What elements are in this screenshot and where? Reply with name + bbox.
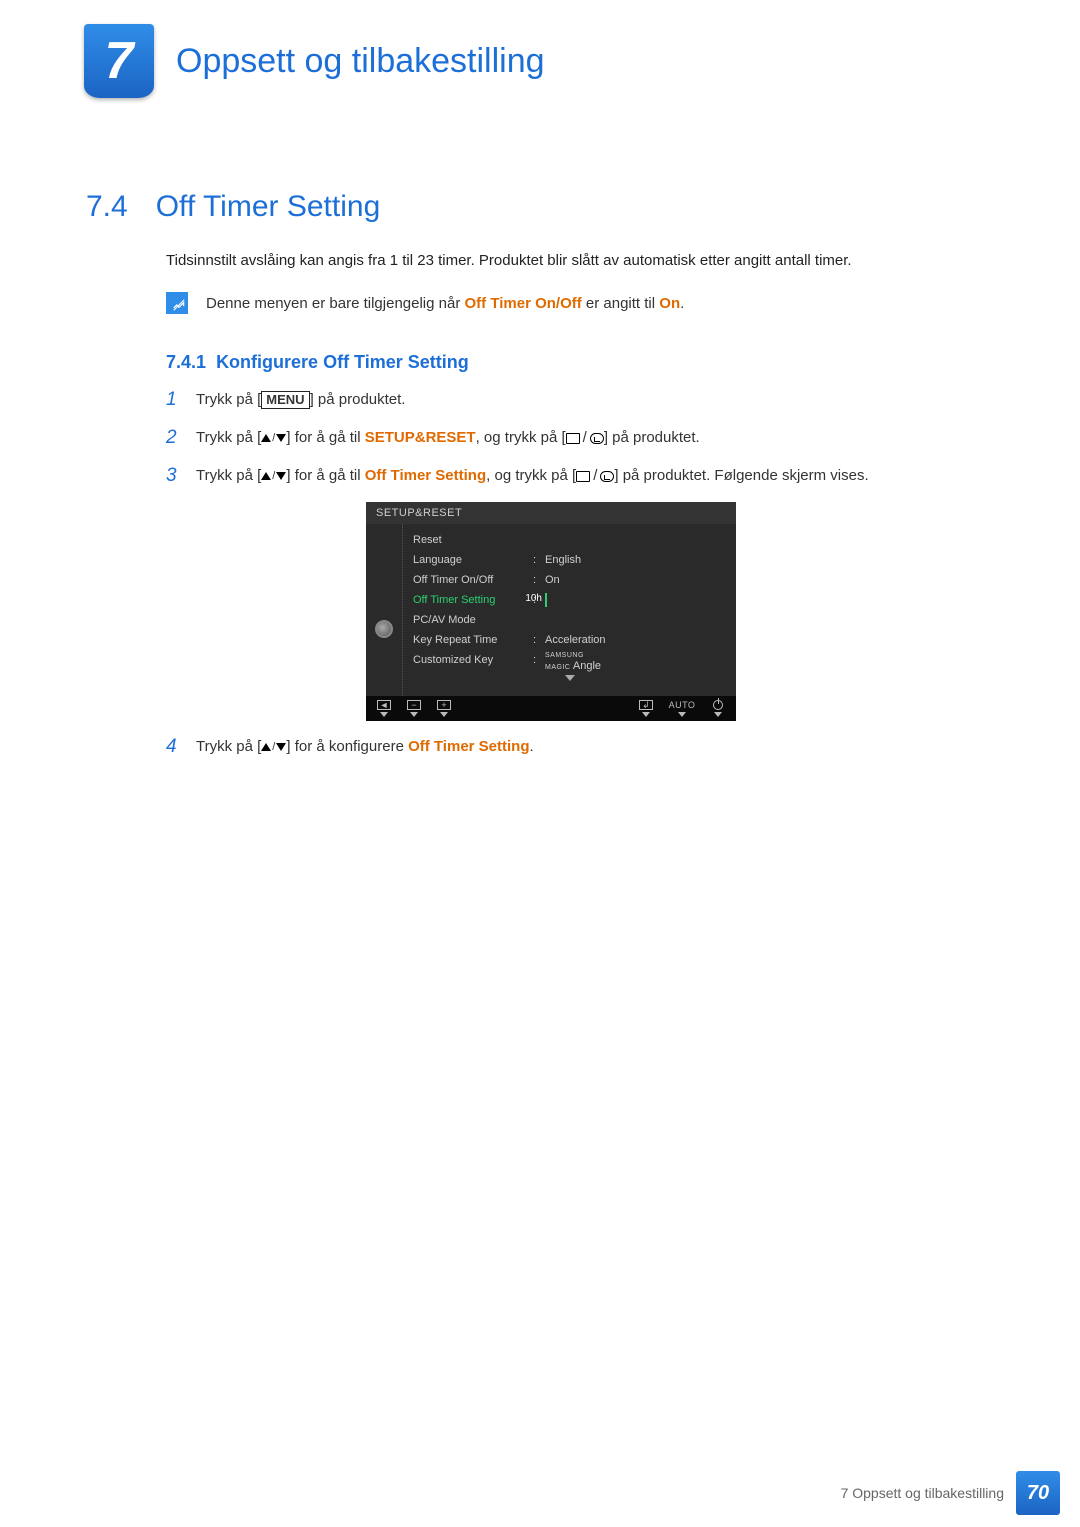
footer-chapter-ref: 7 Oppsett og tilbakestilling [841, 1485, 1004, 1501]
page-number-badge: 70 [1016, 1471, 1060, 1515]
step-text: Trykk på [MENU] på produktet. [196, 388, 405, 412]
step-number: 1 [166, 388, 182, 412]
note-icon [166, 292, 188, 314]
source-enter-icon: / [576, 464, 614, 488]
step-number: 4 [166, 735, 182, 759]
osd-row-off-timer-onoff: Off Timer On/Off:On [413, 570, 726, 590]
section-intro: Tidsinnstilt avslåing kan angis fra 1 ti… [166, 252, 852, 269]
section-title: Off Timer Setting [156, 190, 381, 224]
osd-row-off-timer-setting: Off Timer Setting:10h [413, 590, 726, 610]
step-2: 2 Trykk på [/] for å gå til SETUP&RESET,… [166, 426, 966, 450]
note-text: Denne menyen er bare tilgjengelig når Of… [206, 295, 684, 312]
osd-row-language: Language:English [413, 550, 726, 570]
osd-row-reset: Reset [413, 530, 726, 550]
osd-minus-icon: − [406, 700, 422, 717]
osd-slider: 10h [545, 593, 547, 607]
up-down-icon: / [261, 735, 286, 759]
source-enter-icon: / [566, 426, 604, 450]
chapter-title: Oppsett og tilbakestilling [176, 42, 545, 81]
osd-row-key-repeat: Key Repeat Time:Acceleration [413, 630, 726, 650]
osd-back-icon: ◄ [376, 700, 392, 717]
osd-enter-icon: ↲ [638, 700, 654, 717]
step-1: 1 Trykk på [MENU] på produktet. [166, 388, 966, 412]
osd-power-icon [710, 700, 726, 717]
step-number: 2 [166, 426, 182, 450]
osd-screenshot: SETUP&RESET Reset Language:English Off T… [366, 502, 736, 721]
subsection-number: 7.4.1 [166, 352, 206, 372]
section-number: 7.4 [86, 190, 128, 224]
subsection-title: Konfigurere Off Timer Setting [216, 352, 469, 372]
page-footer: 7 Oppsett og tilbakestilling 70 [841, 1471, 1060, 1515]
osd-title: SETUP&RESET [366, 502, 736, 524]
osd-scroll-down-icon [413, 670, 726, 690]
osd-row-customized-key: Customized Key:SAMSUNGMAGIC Angle [413, 650, 726, 670]
step-3: 3 Trykk på [/] for å gå til Off Timer Se… [166, 464, 966, 488]
osd-menu-list: Reset Language:English Off Timer On/Off:… [402, 524, 736, 696]
menu-button-label: MENU [261, 391, 309, 409]
note: Denne menyen er bare tilgjengelig når Of… [166, 292, 684, 314]
chapter-header: 7 Oppsett og tilbakestilling [84, 24, 545, 98]
step-text: Trykk på [/] for å gå til SETUP&RESET, o… [196, 426, 700, 450]
osd-side-indicator [366, 524, 402, 696]
subsection-heading: 7.4.1 Konfigurere Off Timer Setting [166, 352, 469, 373]
osd-plus-icon: + [436, 700, 452, 717]
step-text: Trykk på [/] for å konfigurere Off Timer… [196, 735, 534, 759]
osd-footer: ◄ − + ↲ AUTO [366, 696, 736, 721]
steps-list: 1 Trykk på [MENU] på produktet. 2 Trykk … [166, 388, 966, 773]
step-4: 4 Trykk på [/] for å konfigurere Off Tim… [166, 735, 966, 759]
step-number: 3 [166, 464, 182, 488]
chapter-number-badge: 7 [84, 24, 154, 98]
section-heading: 7.4 Off Timer Setting [86, 190, 380, 224]
osd-row-pcav: PC/AV Mode [413, 610, 726, 630]
osd-auto-label: AUTO [674, 700, 690, 717]
up-down-icon: / [261, 464, 286, 488]
step-text: Trykk på [/] for å gå til Off Timer Sett… [196, 464, 869, 488]
up-down-icon: / [261, 426, 286, 450]
